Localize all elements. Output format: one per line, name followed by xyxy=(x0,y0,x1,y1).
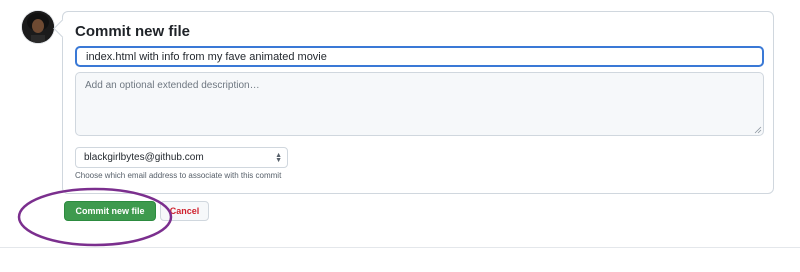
resize-grip-icon[interactable] xyxy=(754,126,762,134)
email-select-value: blackgirlbytes@github.com xyxy=(84,152,204,163)
user-avatar[interactable] xyxy=(22,11,54,43)
commit-page: Commit new file blackgirlbytes@github.co… xyxy=(0,0,800,272)
commit-title: Commit new file xyxy=(75,23,191,40)
cancel-button[interactable]: Cancel xyxy=(160,201,209,221)
commit-email-select[interactable]: blackgirlbytes@github.com ▲ ▼ xyxy=(75,147,288,168)
chevron-up-down-icon: ▲ ▼ xyxy=(275,151,282,164)
commit-description-textarea[interactable] xyxy=(75,72,764,136)
commit-summary-input[interactable] xyxy=(75,46,764,67)
avatar-image xyxy=(22,11,54,43)
page-divider xyxy=(0,247,800,248)
commit-new-file-button[interactable]: Commit new file xyxy=(64,201,156,221)
email-hint-text: Choose which email address to associate … xyxy=(75,171,282,180)
